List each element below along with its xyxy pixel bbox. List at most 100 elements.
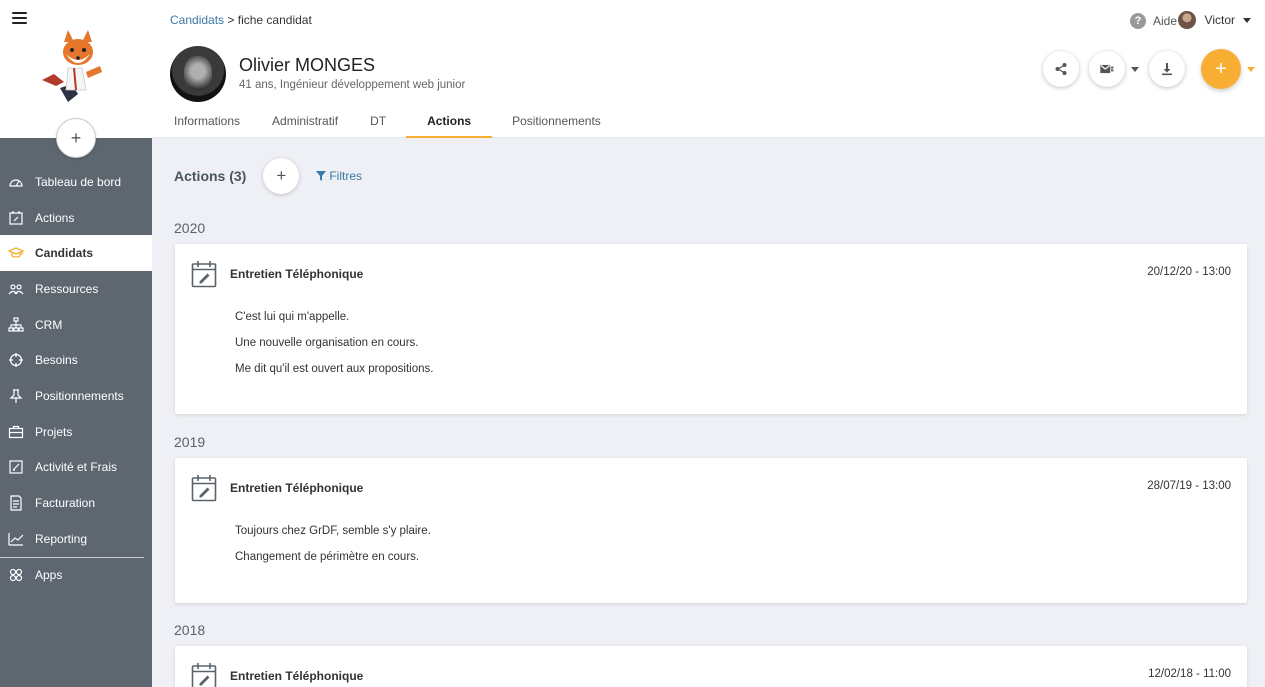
edit-calendar-icon <box>191 261 217 288</box>
action-notes: C'est lui qui m'appelle. Une nouvelle or… <box>235 311 433 389</box>
page-header: Candidats > fiche candidat ? Aide Victor… <box>152 0 1265 138</box>
graduation-cap-icon <box>7 245 24 262</box>
email-button[interactable] <box>1089 51 1125 87</box>
chart-icon <box>7 530 24 547</box>
sidebar-item-label: Besoins <box>35 353 78 368</box>
sidebar-item-projets[interactable]: Projets <box>0 414 152 450</box>
help-link[interactable]: ? Aide <box>1129 13 1177 29</box>
action-note-line: Me dit qu'il est ouvert aux propositions… <box>235 363 434 375</box>
sidebar-item-label: Tableau de bord <box>35 174 122 189</box>
main-add-button[interactable]: + <box>1201 49 1241 89</box>
edit-calendar-icon <box>191 663 217 687</box>
action-notes: Toujours chez GrDF, semble s'y plaire. C… <box>235 525 431 577</box>
sidebar-item-label: Positionnements <box>35 388 124 403</box>
candidate-avatar <box>170 46 226 102</box>
fox-logo <box>42 30 102 102</box>
action-note-line: Une nouvelle organisation en cours. <box>235 337 419 349</box>
sidebar-item-ressources[interactable]: Ressources <box>0 271 152 307</box>
sidebar-item-label: Activité et Frais <box>35 460 118 475</box>
sidebar-item-label: Facturation <box>35 496 96 511</box>
sidebar-item-positionnements[interactable]: Positionnements <box>0 378 152 414</box>
target-icon <box>7 352 24 369</box>
email-dropdown-chevron-icon[interactable] <box>1131 66 1139 72</box>
candidate-name: Olivier MONGES <box>239 55 376 75</box>
sidebar-item-apps[interactable]: Apps <box>0 558 152 594</box>
sidebar-item-tableau-de-bord[interactable]: Tableau de bord <box>0 164 152 200</box>
sidebar-item-label: Candidats <box>35 246 94 261</box>
apps-icon <box>7 567 24 584</box>
sidebar-add-button[interactable]: + <box>56 118 96 158</box>
sidebar-item-reporting[interactable]: Reporting <box>0 521 152 557</box>
action-date: 20/12/20 - 13:00 <box>1147 266 1231 278</box>
chevron-down-icon <box>1243 17 1251 23</box>
action-title: Entretien Téléphonique <box>230 267 364 281</box>
sidebar-item-label: Apps <box>35 568 63 583</box>
action-date: 12/02/18 - 11:00 <box>1148 668 1231 680</box>
breadcrumb: Candidats > fiche candidat <box>170 13 312 27</box>
year-heading: 2020 <box>174 220 206 236</box>
action-card[interactable]: Entretien Téléphonique 28/07/19 - 13:00 … <box>175 458 1247 603</box>
main-content: Actions (3) + Filtres 2020 Entretien Tél… <box>152 138 1265 687</box>
edit-calendar-icon <box>7 209 24 226</box>
candidate-subtitle: 41 ans, Ingénieur développement web juni… <box>239 79 466 91</box>
share-icon <box>1055 63 1067 75</box>
download-button[interactable] <box>1149 51 1185 87</box>
briefcase-icon <box>7 423 24 440</box>
pin-icon <box>7 387 24 404</box>
sidebar-item-label: Projets <box>35 424 73 439</box>
help-label: Aide <box>1152 14 1177 28</box>
email-icon <box>1100 64 1114 74</box>
sidebar-nav: Tableau de bord Actions Candidats Ressou… <box>0 164 152 593</box>
sidebar-item-label: Actions <box>35 210 75 225</box>
add-action-button[interactable]: + <box>263 158 300 194</box>
action-card[interactable]: Entretien Téléphonique 20/12/20 - 13:00 … <box>175 244 1247 414</box>
org-chart-icon <box>7 316 24 333</box>
sidebar-item-activite-et-frais[interactable]: Activité et Frais <box>0 450 152 486</box>
tab-actions[interactable]: Actions <box>406 104 493 138</box>
tabs: Informations Administratif DT Actions Po… <box>162 104 621 138</box>
sidebar: + Tableau de bord Actions Candidats Ress… <box>0 0 152 687</box>
filters-label: Filtres <box>329 169 363 183</box>
filter-icon <box>316 171 327 181</box>
tab-positionnements[interactable]: Positionnements <box>500 104 613 138</box>
share-button[interactable] <box>1043 51 1079 87</box>
edit-calendar-icon <box>191 475 217 502</box>
breadcrumb-link-candidats[interactable]: Candidats <box>170 13 224 27</box>
action-note-line: C'est lui qui m'appelle. <box>235 311 350 323</box>
edit-icon <box>7 459 24 476</box>
year-heading: 2019 <box>174 434 206 450</box>
action-note-line: Changement de périmètre en cours. <box>235 551 420 563</box>
tab-administratif[interactable]: Administratif <box>260 104 350 138</box>
filters-button[interactable]: Filtres <box>316 169 362 183</box>
sidebar-item-label: Reporting <box>35 531 88 546</box>
action-card[interactable]: Entretien Téléphonique 12/02/18 - 11:00 <box>175 646 1247 687</box>
menu-icon[interactable] <box>12 12 27 24</box>
user-menu[interactable]: Victor <box>1177 11 1251 29</box>
action-note-line: Toujours chez GrDF, semble s'y plaire. <box>235 525 431 537</box>
sidebar-item-label: Ressources <box>35 281 99 296</box>
sidebar-item-candidats[interactable]: Candidats <box>0 235 152 272</box>
header-actions: + <box>1043 49 1255 89</box>
user-name: Victor <box>1204 13 1235 27</box>
tab-informations[interactable]: Informations <box>162 104 252 138</box>
tab-dt[interactable]: DT <box>358 104 398 138</box>
action-date: 28/07/19 - 13:00 <box>1147 480 1231 492</box>
help-icon: ? <box>1129 13 1146 29</box>
action-title: Entretien Téléphonique <box>230 669 364 683</box>
year-heading: 2018 <box>174 622 206 638</box>
action-title: Entretien Téléphonique <box>230 481 364 495</box>
breadcrumb-current: fiche candidat <box>237 13 312 27</box>
sidebar-item-label: CRM <box>35 317 63 332</box>
sidebar-item-crm[interactable]: CRM <box>0 307 152 343</box>
people-icon <box>7 280 24 297</box>
sidebar-item-actions[interactable]: Actions <box>0 200 152 236</box>
actions-toolbar: Actions (3) + Filtres <box>174 158 362 194</box>
sidebar-item-besoins[interactable]: Besoins <box>0 342 152 378</box>
sidebar-item-facturation[interactable]: Facturation <box>0 485 152 521</box>
add-dropdown-chevron-icon[interactable] <box>1247 66 1255 72</box>
breadcrumb-separator: > <box>224 13 238 27</box>
invoice-icon <box>7 495 24 512</box>
user-avatar <box>1177 11 1196 29</box>
page-title: Actions (3) <box>174 168 247 184</box>
download-icon <box>1162 63 1172 76</box>
